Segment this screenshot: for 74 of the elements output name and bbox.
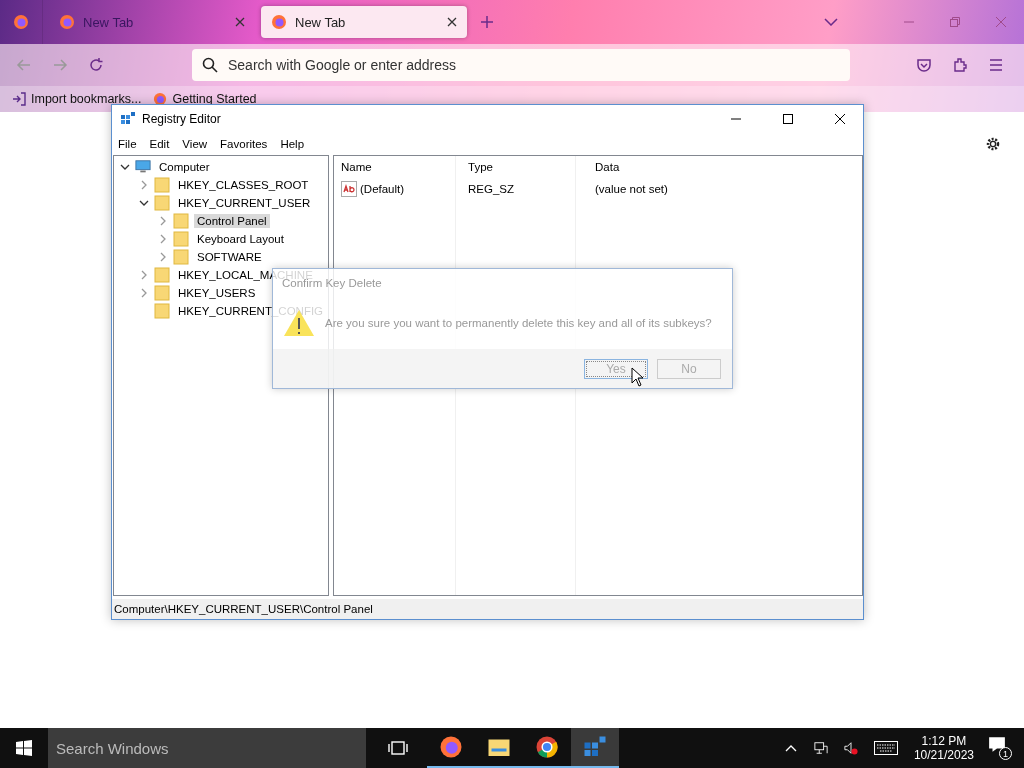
folder-icon [173, 231, 189, 247]
folder-icon [154, 267, 170, 283]
reload-icon[interactable] [88, 57, 104, 73]
tree-item[interactable]: Control Panel [194, 214, 270, 228]
window-title: Registry Editor [142, 112, 221, 126]
search-icon [202, 57, 218, 73]
table-cell-text: REG_SZ [467, 183, 515, 195]
folder-icon [154, 177, 170, 193]
keyboard-icon[interactable] [873, 741, 898, 755]
close-icon[interactable] [447, 17, 457, 27]
chrome-icon [535, 735, 559, 759]
address-bar[interactable]: Search with Google or enter address [192, 49, 850, 81]
tree-item[interactable]: HKEY_USERS [175, 286, 259, 300]
settings-icon[interactable] [985, 136, 1001, 152]
menu-item[interactable]: File [118, 138, 137, 150]
chevron-right-icon[interactable] [139, 180, 149, 190]
registry-icon [120, 111, 136, 127]
firefox-icon [153, 92, 168, 106]
tab-title: New Tab [83, 14, 135, 30]
column-header[interactable]: Type [461, 161, 588, 173]
clock-time[interactable]: 1:12 PM [921, 734, 967, 748]
firefox-icon[interactable] [13, 14, 29, 30]
chevron-right-icon[interactable] [139, 288, 149, 298]
notification-count: 1 [999, 747, 1012, 760]
tree-item[interactable]: HKEY_CURRENT_USER [175, 196, 314, 210]
bookmark-link[interactable]: Getting Started [153, 92, 257, 106]
column-header[interactable]: Data [588, 161, 715, 173]
speaker-muted-icon[interactable] [843, 741, 858, 755]
bookmark-link[interactable]: Import bookmarks... [12, 92, 142, 106]
folder-icon [173, 249, 189, 265]
tab-title: New Tab [295, 14, 347, 30]
string-value-icon [341, 181, 357, 197]
folder-icon [154, 195, 170, 211]
folder-icon [154, 303, 170, 319]
chevron-down-icon[interactable] [120, 162, 130, 172]
table-cell-text: (value not set) [594, 183, 669, 195]
pocket-icon[interactable] [916, 57, 932, 73]
close-icon[interactable] [835, 114, 845, 124]
tree-item[interactable]: HKEY_CLASSES_ROOT [175, 178, 312, 192]
import-icon [12, 92, 26, 106]
registry-icon [583, 735, 607, 759]
firefox-icon [271, 14, 287, 30]
status-bar: Computer\HKEY_CURRENT_USER\Control Panel [112, 599, 863, 619]
folder-icon [173, 213, 189, 229]
task-view-icon[interactable] [388, 740, 408, 756]
notification-button[interactable]: 1 [988, 736, 1012, 760]
windows-start-icon[interactable] [16, 740, 32, 756]
firefox-icon [439, 735, 463, 759]
firefox-icon [59, 14, 75, 30]
tree-item[interactable]: Computer [156, 160, 213, 174]
clock-date[interactable]: 10/21/2023 [913, 748, 974, 762]
folder-icon [154, 285, 170, 301]
new-tab-icon[interactable] [481, 16, 493, 28]
maximize-icon[interactable] [783, 114, 793, 124]
column-header[interactable]: Name [334, 161, 461, 173]
network-icon[interactable] [813, 741, 828, 755]
puzzle-icon[interactable] [952, 57, 968, 73]
menu-item[interactable]: Edit [149, 138, 170, 150]
menu-item[interactable]: Favorites [220, 138, 268, 150]
menu-item[interactable]: Help [280, 138, 305, 150]
chevron-right-icon[interactable] [158, 234, 168, 244]
chevron-right-icon[interactable] [139, 270, 149, 280]
computer-icon [135, 159, 151, 175]
menu-item[interactable]: View [182, 138, 208, 150]
search-field[interactable]: Search Windows [48, 728, 366, 768]
table-cell: (Default) [360, 183, 405, 195]
dialog-message: Are you sure you want to permanently delete this key and all of its subkeys? [325, 317, 712, 329]
tree-item[interactable]: SOFTWARE [194, 250, 265, 264]
chevron-right-icon[interactable] [158, 252, 168, 262]
chevron-right-icon[interactable] [158, 216, 168, 226]
tree-item[interactable]: Keyboard Layout [194, 232, 287, 246]
chevron-down-icon[interactable] [139, 198, 149, 208]
browser-tab[interactable]: New Tab [261, 6, 467, 38]
menu-icon[interactable] [988, 57, 1004, 73]
